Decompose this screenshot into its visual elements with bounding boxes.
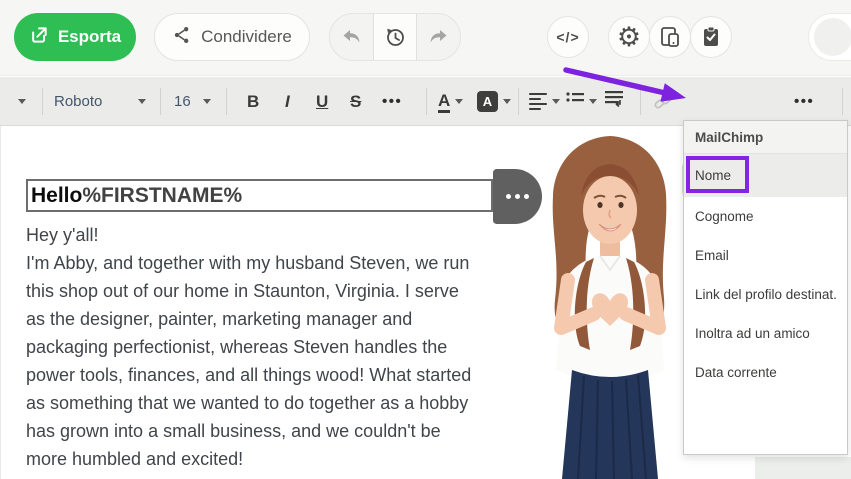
divider (518, 88, 519, 115)
share-button[interactable]: Condividere (154, 13, 310, 61)
align-left-icon (529, 93, 547, 110)
font-size-value: 16 (174, 93, 191, 110)
dropdown-item-data-corrente[interactable]: Data corrente (684, 353, 847, 392)
heading-merge-tag: %FIRSTNAME% (82, 184, 242, 207)
body-line: this shop out of our home in Staunton, V… (26, 277, 471, 305)
history-button-group (329, 13, 461, 61)
body-line: as the designer, painter, marketing mana… (26, 305, 471, 333)
alignment-dropdown[interactable] (529, 77, 560, 126)
line-spacing-button[interactable] (604, 77, 624, 126)
paragraph-style-dropdown[interactable] (18, 77, 26, 126)
export-icon (29, 25, 49, 50)
font-family-caret[interactable] (138, 77, 146, 126)
divider (842, 88, 843, 115)
text-color-button[interactable]: A (438, 77, 463, 126)
export-button[interactable]: Esporta (14, 13, 136, 61)
link-button[interactable] (652, 77, 674, 126)
email-body-paragraph[interactable]: Hey y'all! I'm Abby, and together with m… (26, 221, 471, 473)
share-label: Condividere (201, 27, 292, 47)
top-toolbar: Esporta Condividere (0, 0, 851, 76)
undo-icon (340, 25, 364, 49)
checklist-button[interactable] (690, 16, 732, 58)
body-line: packaging perfectionist, whereas Steven … (26, 333, 471, 361)
dropdown-item-cognome[interactable]: Cognome (684, 197, 847, 236)
body-line: more humbled and excited! (26, 445, 471, 473)
font-family-dropdown[interactable]: Roboto (54, 77, 102, 126)
formatting-toolbar: Roboto 16 B I U S ••• A A (0, 77, 851, 126)
redo-icon (426, 25, 450, 49)
more-text-styles-button[interactable]: ••• (382, 77, 402, 126)
strikethrough-button[interactable]: S (350, 77, 361, 126)
export-label: Esporta (58, 27, 121, 47)
toolbar-overflow-button[interactable]: ••• (794, 77, 814, 126)
body-line: has grown into a small business, and we … (26, 417, 471, 445)
dropdown-item-link-profilo[interactable]: Link del profilo destinat. (684, 275, 847, 314)
list-dropdown[interactable] (566, 77, 597, 126)
heading-text: Hello (31, 184, 82, 207)
bold-button[interactable]: B (247, 77, 259, 126)
toggle-knob (814, 18, 851, 56)
link-icon (652, 91, 674, 113)
dropdown-item-inoltra[interactable]: Inoltra ad un amico (684, 314, 847, 353)
settings-button[interactable]: ⚙ (608, 16, 650, 58)
highlight-color-button[interactable]: A (477, 77, 511, 126)
merge-tag-dropdown-menu: MailChimp Nome Cognome Email Link del pr… (683, 120, 848, 455)
view-toggle[interactable] (808, 13, 851, 61)
body-line: power tools, finances, and all things wo… (26, 361, 471, 389)
source-code-button[interactable]: </> (547, 16, 589, 58)
share-icon (172, 25, 192, 50)
undo-button[interactable] (330, 14, 373, 60)
history-clock-icon (383, 25, 407, 49)
history-button[interactable] (373, 14, 416, 60)
body-line: as something that we wanted to do togeth… (26, 389, 471, 417)
line-spacing-icon (604, 90, 624, 113)
divider (42, 88, 43, 115)
text-color-icon: A (438, 91, 450, 113)
dropdown-group-header: MailChimp (684, 121, 847, 154)
ellipsis-icon (506, 194, 511, 199)
email-heading-block[interactable]: Hello%FIRSTNAME% (26, 179, 493, 212)
clipboard-check-icon (699, 25, 723, 49)
font-size-caret[interactable] (203, 77, 211, 126)
page-background-patch (755, 457, 851, 479)
bullet-list-icon (566, 91, 584, 112)
divider (426, 88, 427, 115)
code-icon: </> (556, 29, 579, 45)
dropdown-item-email[interactable]: Email (684, 236, 847, 275)
divider (226, 88, 227, 115)
device-preview-button[interactable] (649, 16, 691, 58)
font-family-value: Roboto (54, 93, 102, 110)
highlight-color-icon: A (477, 91, 498, 112)
italic-button[interactable]: I (285, 77, 290, 126)
woman-heart-hands-photo (524, 130, 692, 479)
font-size-dropdown[interactable]: 16 (174, 77, 191, 126)
divider (160, 88, 161, 115)
body-line: Hey y'all! (26, 221, 471, 249)
dropdown-item-nome[interactable]: Nome (684, 154, 847, 197)
underline-button[interactable]: U (316, 77, 328, 126)
devices-icon (658, 25, 682, 49)
divider (640, 88, 641, 115)
body-line: I'm Abby, and together with my husband S… (26, 249, 471, 277)
redo-button[interactable] (417, 14, 460, 60)
gear-icon: ⚙ (617, 24, 641, 51)
email-editor-window: Esporta Condividere (0, 0, 851, 479)
